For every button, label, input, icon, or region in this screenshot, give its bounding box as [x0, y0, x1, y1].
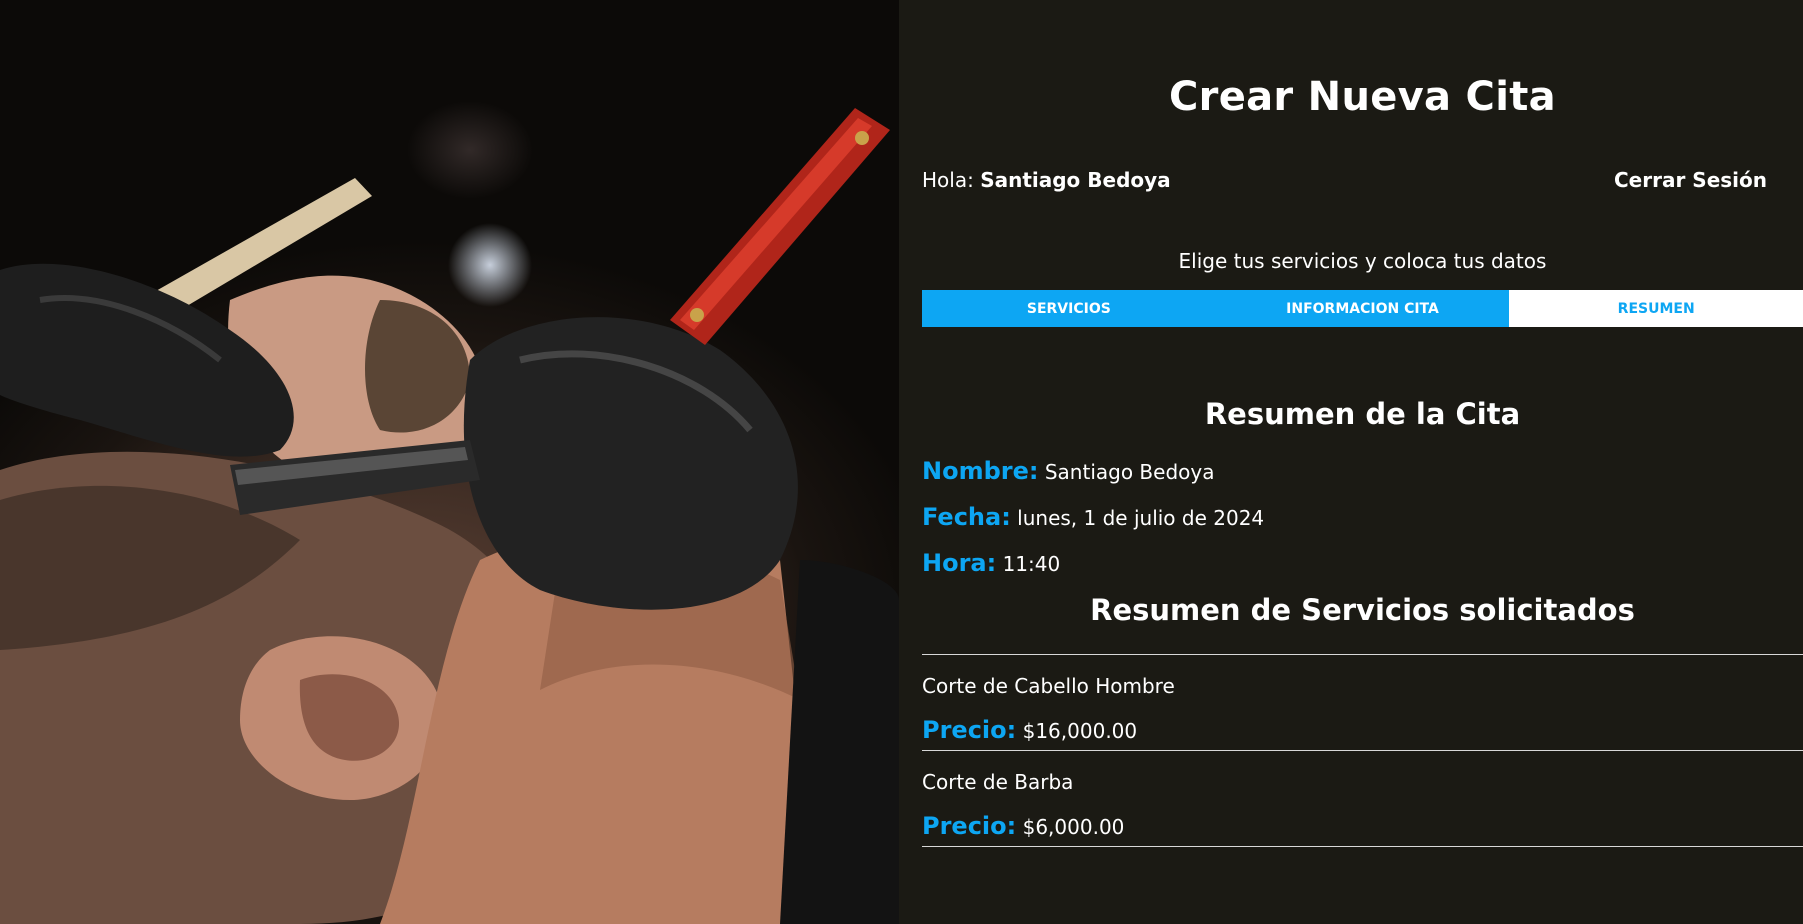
tab-servicios[interactable]: Servicios: [922, 290, 1216, 327]
greeting: Hola: Santiago Bedoya: [922, 168, 1171, 192]
hora-label: Hora:: [922, 549, 997, 577]
greeting-prefix: Hola:: [922, 168, 974, 192]
nombre-label: Nombre:: [922, 457, 1039, 485]
price-value: $6,000.00: [1022, 815, 1125, 839]
services-list: Corte de Cabello Hombre Precio: $16,000.…: [922, 654, 1803, 847]
step-tabs: Servicios Informacion Cita Resumen: [922, 290, 1803, 327]
summary-hora: Hora: 11:40: [922, 549, 1803, 577]
tab-resumen[interactable]: Resumen: [1509, 290, 1803, 327]
barber-photo: [0, 0, 899, 924]
summary-fecha: Fecha: lunes, 1 de julio de 2024: [922, 503, 1803, 531]
user-bar: Hola: Santiago Bedoya Cerrar Sesión: [922, 168, 1803, 192]
summary-nombre: Nombre: Santiago Bedoya: [922, 457, 1803, 485]
services-summary-title: Resumen de Servicios solicitados: [1090, 593, 1635, 627]
appointment-panel: Crear Nueva Cita Hola: Santiago Bedoya C…: [899, 0, 1803, 924]
barber-illustration: [0, 108, 899, 924]
service-item: Corte de Cabello Hombre Precio: $16,000.…: [922, 655, 1803, 751]
tab-informacion-cita[interactable]: Informacion Cita: [1215, 290, 1510, 327]
price-label: Precio:: [922, 812, 1017, 840]
price-value: $16,000.00: [1022, 719, 1138, 743]
service-price: Precio: $6,000.00: [922, 812, 1803, 840]
price-label: Precio:: [922, 716, 1017, 744]
service-item: Corte de Barba Precio: $6,000.00: [922, 751, 1803, 847]
hora-value: 11:40: [1002, 552, 1061, 576]
service-name: Corte de Cabello Hombre: [922, 674, 1175, 698]
fecha-value: lunes, 1 de julio de 2024: [1017, 506, 1265, 530]
summary-title: Resumen de la Cita: [1204, 397, 1521, 431]
page-title: Crear Nueva Cita: [1169, 74, 1556, 120]
app-root: Crear Nueva Cita Hola: Santiago Bedoya C…: [0, 0, 1803, 924]
fecha-label: Fecha:: [922, 503, 1011, 531]
service-name: Corte de Barba: [922, 770, 1074, 794]
user-name: Santiago Bedoya: [980, 168, 1171, 192]
logout-button[interactable]: Cerrar Sesión: [1614, 168, 1767, 192]
page-subtitle: Elige tus servicios y coloca tus datos: [1178, 249, 1547, 273]
nombre-value: Santiago Bedoya: [1044, 460, 1215, 484]
service-price: Precio: $16,000.00: [922, 716, 1803, 744]
